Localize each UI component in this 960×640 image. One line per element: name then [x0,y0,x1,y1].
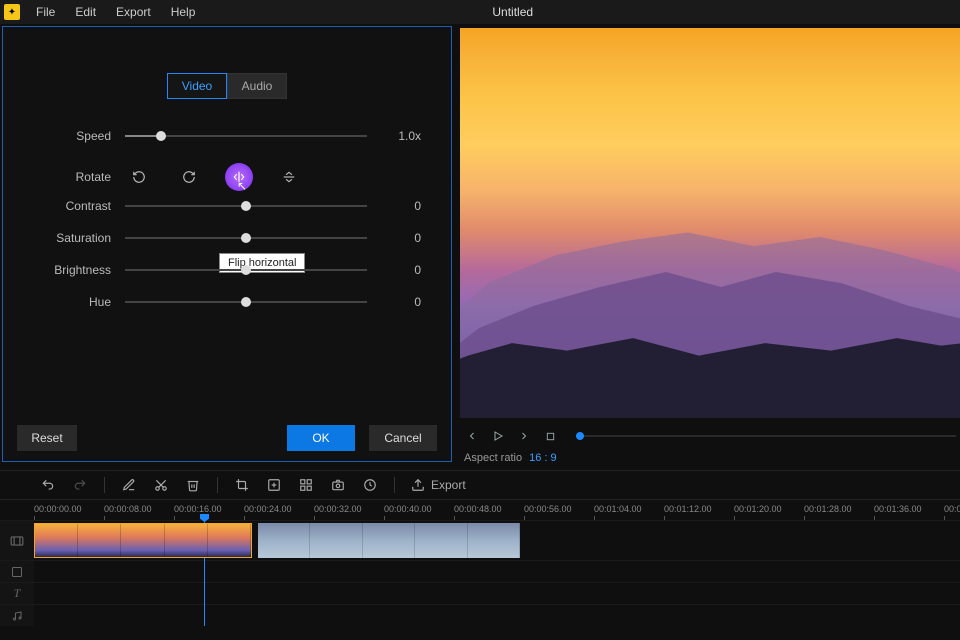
ruler-tick: 00:00:08.00 [104,504,152,514]
preview-pane: Aspect ratio 16 : 9 [454,24,960,464]
crop-icon[interactable] [234,477,250,493]
video-track-body[interactable] [34,521,960,560]
timeline-ruler[interactable]: 00:00:00.00 00:00:08.00 00:00:16.00 00:00:2… [34,504,960,520]
audio-track-icon [0,605,34,626]
window-title: Untitled [205,5,820,19]
edit-panel: Video Audio Speed 1.0x Rotate [2,26,452,462]
ruler-tick: 00:01:04.00 [594,504,642,514]
contrast-slider[interactable] [125,199,367,213]
video-track [0,520,960,560]
play-icon[interactable] [490,428,506,444]
export-button[interactable]: Export [411,478,466,492]
ok-button[interactable]: OK [287,425,355,451]
aspect-ratio-row: Aspect ratio 16 : 9 [460,448,960,464]
brightness-slider[interactable] [125,263,367,277]
ruler-tick: 00:01:12.00 [664,504,712,514]
hue-row: Hue 0 [33,295,421,309]
effects-track-icon [0,561,34,582]
prev-frame-icon[interactable] [464,428,480,444]
export-label: Export [431,478,466,492]
preview-viewport [460,28,960,418]
contrast-label: Contrast [33,199,125,213]
ruler-tick: 00:00:32.00 [314,504,362,514]
add-media-icon[interactable] [266,477,282,493]
ruler-tick: 00:00:56.00 [524,504,572,514]
hue-label: Hue [33,295,125,309]
menubar: ✦ File Edit Export Help Untitled [0,0,960,24]
duration-icon[interactable] [362,477,378,493]
cut-icon[interactable] [153,477,169,493]
menu-export[interactable]: Export [106,1,161,23]
next-frame-icon[interactable] [516,428,532,444]
saturation-value: 0 [367,231,421,245]
ruler-tick: 00:01:20.00 [734,504,782,514]
ruler-tick: 00:01:28.00 [804,504,852,514]
text-track: T [0,582,960,604]
ruler-tick: 00:01 [944,504,960,514]
flip-horizontal-icon[interactable]: ↖ [231,169,247,185]
ruler-tick: 00:00:16.00 [174,504,222,514]
tab-video[interactable]: Video [167,73,227,99]
saturation-row: Saturation 0 [33,231,421,245]
undo-icon[interactable] [40,477,56,493]
rotate-row: Rotate ↖ [33,169,421,185]
hue-value: 0 [367,295,421,309]
flip-vertical-icon[interactable] [281,169,297,185]
saturation-label: Saturation [33,231,125,245]
stop-icon[interactable] [542,428,558,444]
edit-tabs: Video Audio [3,73,451,99]
speed-row: Speed 1.0x [33,129,421,143]
speed-label: Speed [33,129,125,143]
menu-file[interactable]: File [26,1,65,23]
video-track-icon [0,521,34,560]
speed-value: 1.0x [367,129,421,143]
timeline-tracks: T [0,520,960,626]
export-icon [411,478,425,492]
edit-icon[interactable] [121,477,137,493]
speed-slider[interactable] [125,129,367,143]
rotate-cw-icon[interactable] [181,169,197,185]
ruler-tick: 00:01:36.00 [874,504,922,514]
text-track-icon: T [0,583,34,604]
cancel-button[interactable]: Cancel [369,425,437,451]
rotate-label: Rotate [33,170,125,184]
reset-button[interactable]: Reset [17,425,77,451]
ruler-tick: 00:00:24.00 [244,504,292,514]
ruler-tick: 00:00:40.00 [384,504,432,514]
delete-icon[interactable] [185,477,201,493]
redo-icon[interactable] [72,477,88,493]
ruler-tick: 00:00:00.00 [34,504,82,514]
brightness-label: Brightness [33,263,125,277]
saturation-slider[interactable] [125,231,367,245]
contrast-row: Contrast 0 [33,199,421,213]
hue-slider[interactable] [125,295,367,309]
brightness-row: Brightness 0 [33,263,421,277]
preview-progress[interactable] [576,435,956,437]
contrast-value: 0 [367,199,421,213]
mosaic-icon[interactable] [298,477,314,493]
app-logo: ✦ [4,4,20,20]
playback-controls [460,424,960,448]
aspect-ratio-value[interactable]: 16 : 9 [529,452,557,464]
brightness-value: 0 [367,263,421,277]
tab-audio[interactable]: Audio [227,73,287,99]
effects-track [0,560,960,582]
timeline-toolbar: Export [0,470,960,500]
audio-track [0,604,960,626]
ruler-tick: 00:00:48.00 [454,504,502,514]
menu-help[interactable]: Help [161,1,206,23]
menu-edit[interactable]: Edit [65,1,106,23]
video-clip-1[interactable] [34,523,252,558]
aspect-ratio-label: Aspect ratio [464,452,522,464]
rotate-ccw-icon[interactable] [131,169,147,185]
snapshot-icon[interactable] [330,477,346,493]
video-clip-2[interactable] [258,523,520,558]
